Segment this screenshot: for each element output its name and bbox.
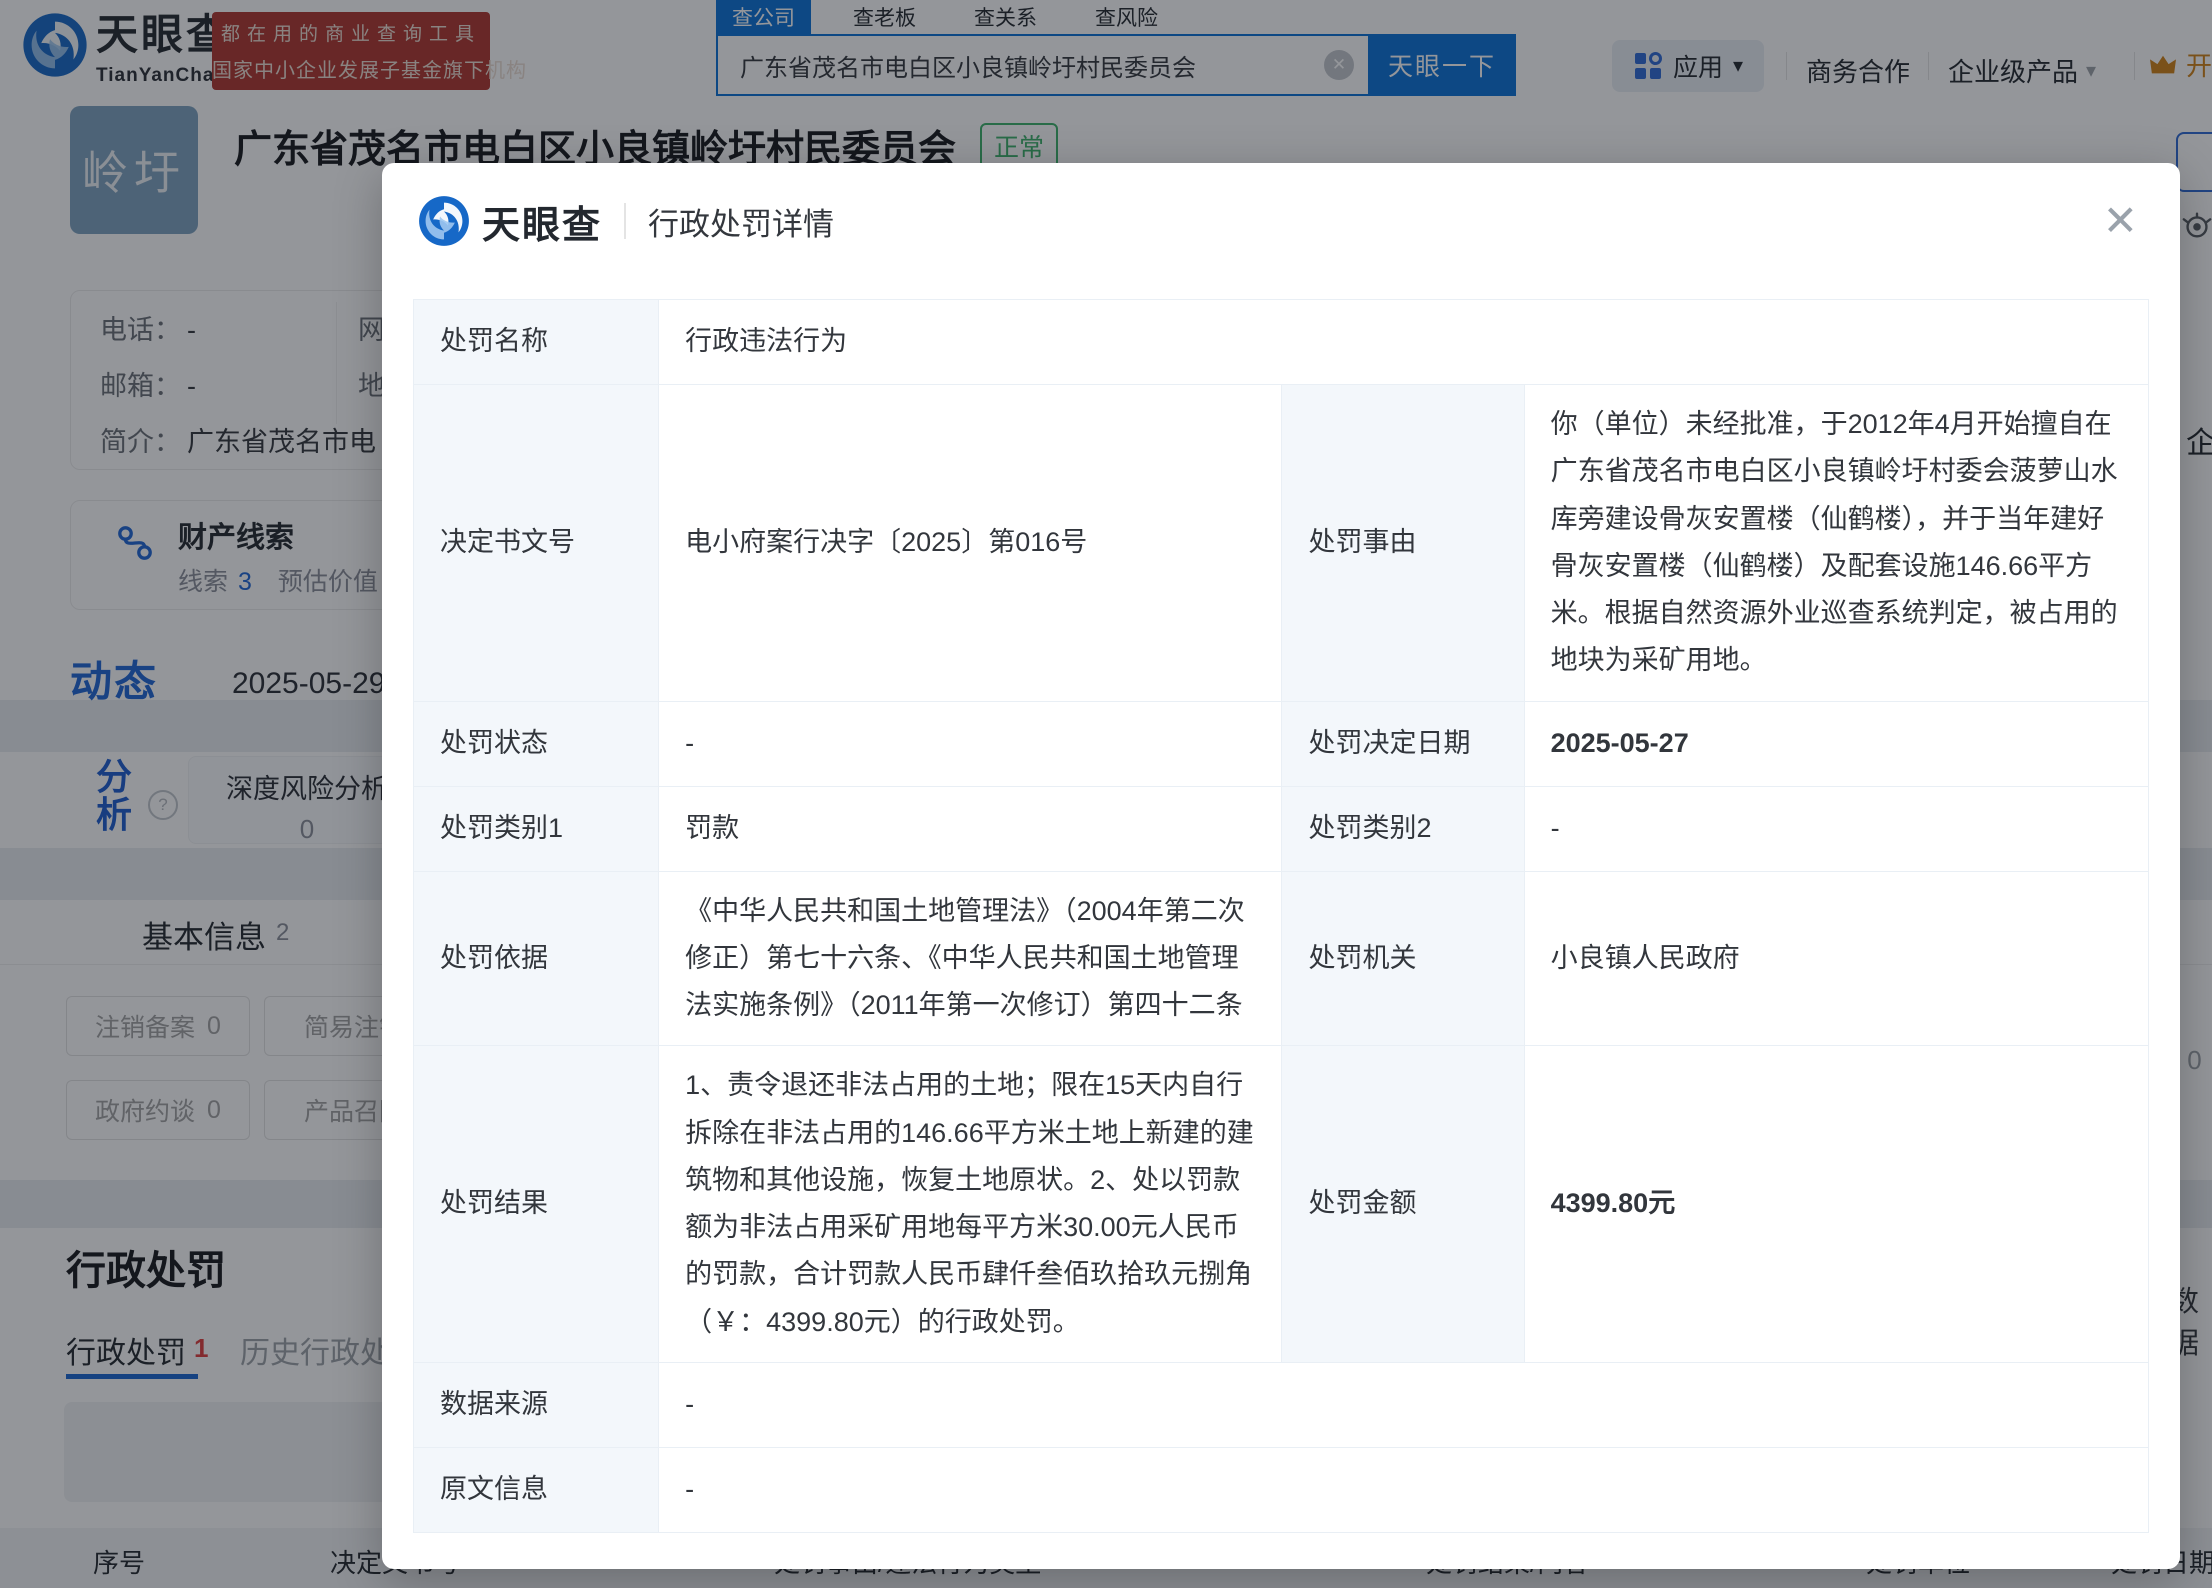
modal-body: 处罚名称 行政违法行为 决定书文号 电小府案行决字〔2025〕第016号 处罚事… [382, 279, 2180, 1569]
field-value: 你（单位）未经批准，于2012年4月开始擅自在广东省茂名市电白区小良镇岭圩村委会… [1523, 384, 2150, 702]
field-label: 处罚金额 [1281, 1045, 1525, 1363]
field-value: - [658, 1361, 2149, 1448]
field-label: 处罚决定日期 [1281, 700, 1525, 787]
penalty-detail-modal: 天眼查 行政处罚详情 ✕ 处罚名称 行政违法行为 决定书文号 电小府案行决字〔2… [382, 163, 2180, 1569]
field-value: - [1523, 785, 2150, 872]
table-row: 处罚类别1 罚款 处罚类别2 - [412, 785, 2150, 872]
field-value: 罚款 [658, 785, 1283, 872]
field-value: 4399.80元 [1523, 1045, 2150, 1363]
table-row: 处罚状态 - 处罚决定日期 2025-05-27 [412, 700, 2150, 787]
field-label: 处罚机关 [1281, 870, 1525, 1047]
field-label: 处罚状态 [412, 700, 660, 787]
field-value: 《中华人民共和国土地管理法》（2004年第二次修正）第七十六条、《中华人民共和国… [658, 870, 1283, 1047]
penalty-detail-table: 处罚名称 行政违法行为 决定书文号 电小府案行决字〔2025〕第016号 处罚事… [412, 299, 2150, 1533]
modal-title: 行政处罚详情 [648, 206, 835, 242]
field-value: 小良镇人民政府 [1523, 870, 2150, 1047]
field-label: 处罚结果 [412, 1045, 660, 1363]
field-label: 处罚名称 [412, 299, 660, 385]
divider [624, 203, 627, 239]
table-row: 数据来源 - [412, 1361, 2149, 1448]
close-icon[interactable]: ✕ [2103, 200, 2138, 242]
table-row: 处罚依据 《中华人民共和国土地管理法》（2004年第二次修正）第七十六条、《中华… [412, 870, 2150, 1047]
table-row: 决定书文号 电小府案行决字〔2025〕第016号 处罚事由 你（单位）未经批准，… [412, 384, 2150, 702]
field-label: 处罚类别2 [1281, 785, 1525, 872]
field-value: 1、责令退还非法占用的土地；限在15天内自行拆除在非法占用的146.66平方米土… [658, 1045, 1283, 1363]
field-value: 行政违法行为 [658, 299, 2149, 385]
modal-brand: 天眼查 [482, 204, 603, 247]
field-label: 原文信息 [412, 1446, 660, 1533]
field-value: 电小府案行决字〔2025〕第016号 [658, 384, 1283, 702]
field-value: 2025-05-27 [1523, 700, 2150, 787]
field-label: 处罚依据 [412, 870, 660, 1047]
tianyancha-logo-icon [419, 196, 469, 246]
field-label: 数据来源 [412, 1361, 660, 1448]
table-row: 处罚结果 1、责令退还非法占用的土地；限在15天内自行拆除在非法占用的146.6… [412, 1045, 2150, 1363]
field-label: 处罚类别1 [412, 785, 660, 872]
field-label: 处罚事由 [1281, 384, 1525, 702]
table-row: 原文信息 - [412, 1446, 2149, 1533]
field-label: 决定书文号 [412, 384, 660, 702]
modal-header: 天眼查 行政处罚详情 ✕ [382, 163, 2180, 279]
field-value: - [658, 700, 1283, 787]
field-value: - [658, 1446, 2149, 1533]
table-row: 处罚名称 行政违法行为 [412, 299, 2149, 385]
